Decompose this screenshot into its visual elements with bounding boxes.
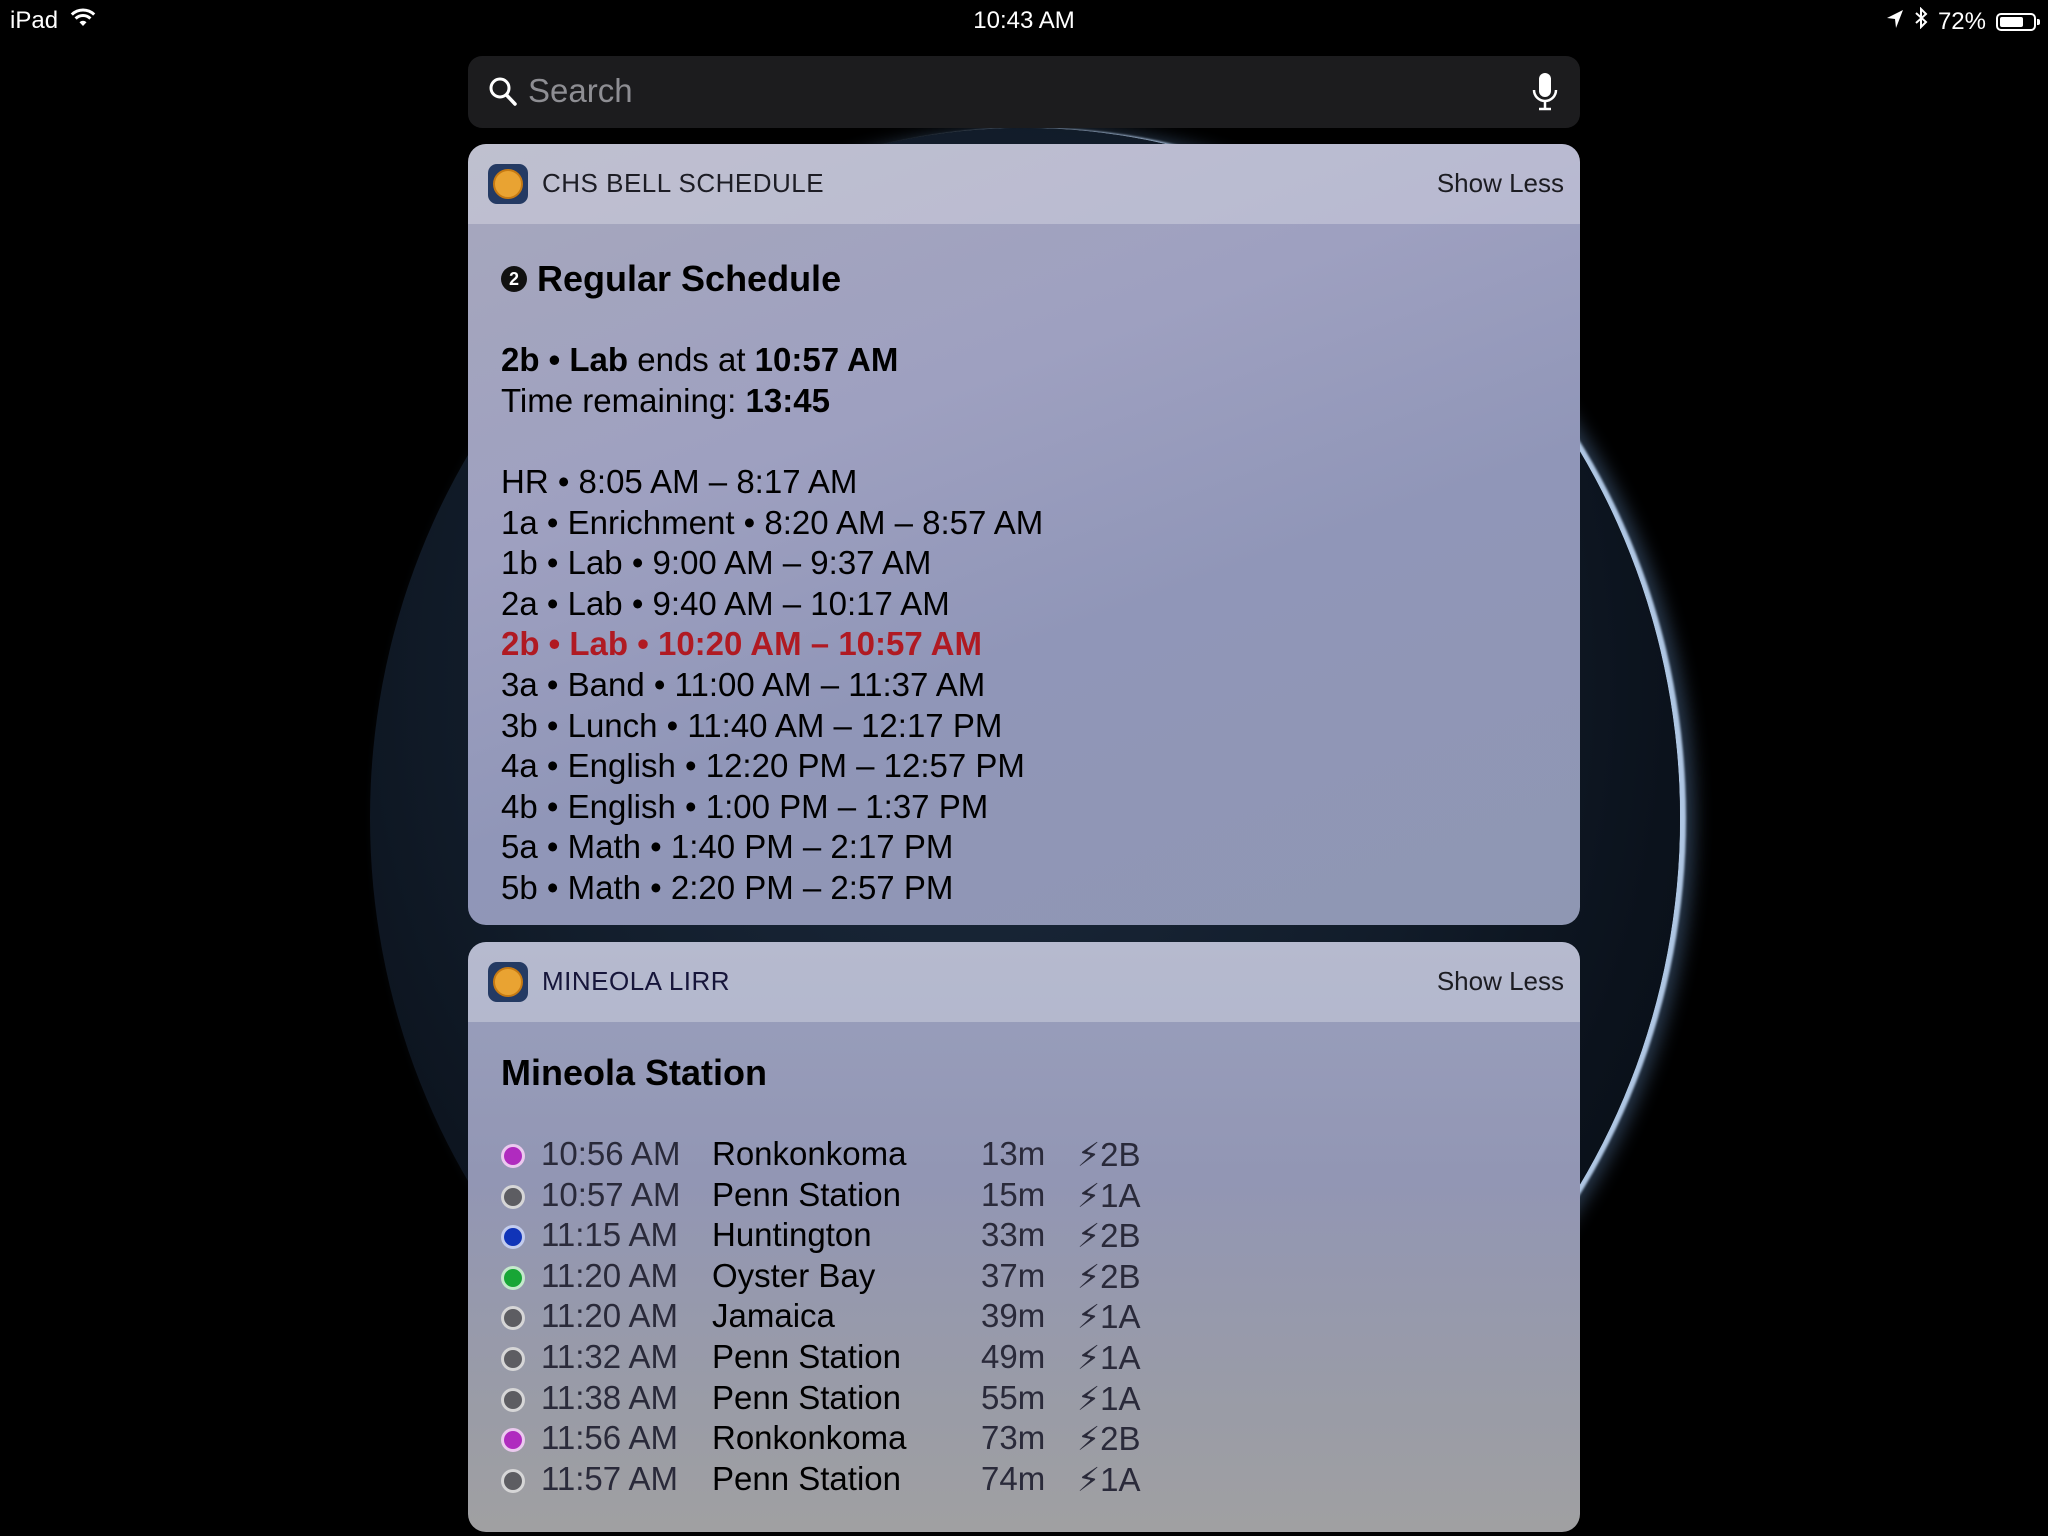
train-row: 10:57 AM Penn Station 15m ⚡︎1A [501, 1176, 1501, 1216]
train-row: 11:20 AM Oyster Bay 37m ⚡︎2B [501, 1257, 1501, 1297]
status-bar: iPad 10:43 AM 72% [0, 0, 2048, 40]
minutes-until: 13m [981, 1135, 1046, 1172]
train-row: 11:56 AM Ronkonkoma 73m ⚡︎2B [501, 1419, 1501, 1459]
track-number: ⚡︎1A [1077, 1379, 1141, 1417]
period-row: 4b • English • 1:00 PM – 1:37 PM [501, 787, 989, 825]
station-title: Mineola Station [501, 1052, 768, 1093]
app-seal-icon [488, 962, 528, 1002]
train-row: 11:20 AM Jamaica 39m ⚡︎1A [501, 1297, 1501, 1337]
day-number-badge: 2 [501, 266, 527, 292]
departure-time: 11:38 AM [541, 1378, 678, 1416]
destination: Jamaica [712, 1297, 835, 1335]
widget-title: CHS BELL SCHEDULE [542, 168, 825, 198]
departure-time: 11:56 AM [541, 1419, 678, 1457]
bell-schedule-widget: CHS BELL SCHEDULE Show Less 2 Regular Sc… [468, 144, 1580, 925]
show-less-button[interactable]: Show Less [1437, 168, 1564, 199]
bluetooth-icon [1914, 6, 1928, 36]
search-icon [488, 76, 518, 113]
branch-color-dot-icon [501, 1265, 525, 1290]
minutes-until: 15m [981, 1175, 1046, 1213]
track-number: ⚡︎2B [1077, 1257, 1141, 1295]
destination: Penn Station [712, 1175, 901, 1213]
time-remaining-line: Time remaining: 13:45 [501, 382, 830, 420]
period-row: 1a • Enrichment • 8:20 AM – 8:57 AM [501, 503, 1044, 541]
period-row: 4a • English • 12:20 PM – 12:57 PM [501, 747, 1025, 785]
destination: Penn Station [712, 1459, 901, 1497]
app-seal-icon [488, 164, 528, 204]
period-row: 5a • Math • 1:40 PM – 2:17 PM [501, 828, 954, 866]
branch-color-dot-icon [501, 1306, 525, 1331]
current-period-line: 2b • Lab ends at 10:57 AM [501, 341, 898, 379]
track-number: ⚡︎2B [1077, 1217, 1141, 1255]
search-placeholder: Search [528, 72, 633, 109]
branch-color-dot-icon [501, 1225, 525, 1250]
search-field[interactable]: Search [468, 56, 1580, 128]
branch-color-dot-icon [501, 1144, 525, 1168]
schedule-heading: 2 Regular Schedule [501, 258, 841, 300]
minutes-until: 74m [981, 1459, 1046, 1497]
departure-time: 11:20 AM [541, 1297, 678, 1335]
train-row: 11:32 AM Penn Station 49m ⚡︎1A [501, 1338, 1501, 1378]
ends-at-time: 10:57 AM [754, 341, 899, 378]
period-row: 1b • Lab • 9:00 AM – 9:37 AM [501, 544, 932, 582]
branch-color-dot-icon [501, 1184, 525, 1209]
widget-header: CHS BELL SCHEDULE Show Less [468, 144, 1580, 224]
track-number: ⚡︎1A [1077, 1460, 1141, 1498]
battery-percent: 72% [1937, 7, 1986, 35]
period-row: 3a • Band • 11:00 AM – 11:37 AM [501, 666, 986, 703]
departure-time: 11:32 AM [541, 1338, 678, 1375]
destination: Oyster Bay [712, 1256, 876, 1294]
period-row: 2a • Lab • 9:40 AM – 10:17 AM [501, 584, 950, 622]
time-remaining-value: 13:45 [745, 382, 830, 419]
clock: 10:43 AM [973, 7, 1075, 34]
minutes-until: 49m [981, 1338, 1046, 1375]
minutes-until: 33m [981, 1216, 1046, 1254]
lirr-widget: MINEOLA LIRR Show Less Mineola Station 1… [468, 942, 1580, 1532]
track-number: ⚡︎2B [1077, 1420, 1141, 1458]
branch-color-dot-icon [501, 1387, 525, 1412]
minutes-until: 37m [981, 1256, 1046, 1294]
branch-color-dot-icon [501, 1428, 525, 1453]
widget-title: MINEOLA LIRR [542, 966, 731, 996]
period-row-current: 2b • Lab • 10:20 AM – 10:57 AM [501, 625, 982, 663]
train-row: 11:57 AM Penn Station 74m ⚡︎1A [501, 1460, 1501, 1500]
track-number: ⚡︎1A [1077, 1298, 1141, 1336]
train-row: 11:15 AM Huntington 33m ⚡︎2B [501, 1216, 1501, 1256]
period-row: 3b • Lunch • 11:40 AM – 12:17 PM [501, 706, 1003, 744]
track-number: ⚡︎1A [1077, 1339, 1141, 1376]
destination: Ronkonkoma [712, 1135, 907, 1172]
branch-color-dot-icon [501, 1347, 525, 1371]
departure-time: 10:57 AM [541, 1175, 681, 1213]
period-row: 5b • Math • 2:20 PM – 2:57 PM [501, 869, 954, 906]
show-less-button[interactable]: Show Less [1437, 966, 1564, 997]
destination: Huntington [712, 1216, 872, 1254]
time-remaining-label: Time remaining: [501, 382, 737, 419]
track-number: ⚡︎2B [1077, 1136, 1141, 1173]
period-row: HR • 8:05 AM – 8:17 AM [501, 463, 858, 500]
location-arrow-icon [1886, 8, 1904, 36]
track-number: ⚡︎1A [1077, 1176, 1141, 1214]
minutes-until: 73m [981, 1419, 1046, 1457]
schedule-title: Regular Schedule [537, 258, 842, 299]
current-period: 2b • Lab [501, 341, 629, 378]
departure-time: 11:20 AM [541, 1256, 678, 1294]
battery-icon [1996, 12, 2040, 31]
departure-time: 11:57 AM [541, 1459, 678, 1497]
destination: Ronkonkoma [712, 1419, 907, 1457]
train-row: 11:38 AM Penn Station 55m ⚡︎1A [501, 1379, 1501, 1419]
minutes-until: 55m [981, 1378, 1046, 1416]
microphone-icon[interactable] [1532, 72, 1558, 117]
minutes-until: 39m [981, 1297, 1046, 1335]
destination: Penn Station [712, 1378, 901, 1416]
departure-time: 10:56 AM [541, 1135, 681, 1172]
train-row: 10:56 AM Ronkonkoma 13m ⚡︎2B [501, 1135, 1501, 1175]
widget-header: MINEOLA LIRR Show Less [468, 942, 1580, 1022]
departure-time: 11:15 AM [541, 1216, 678, 1254]
destination: Penn Station [712, 1338, 901, 1375]
branch-color-dot-icon [501, 1468, 525, 1493]
ends-at-text: ends at [637, 341, 746, 378]
